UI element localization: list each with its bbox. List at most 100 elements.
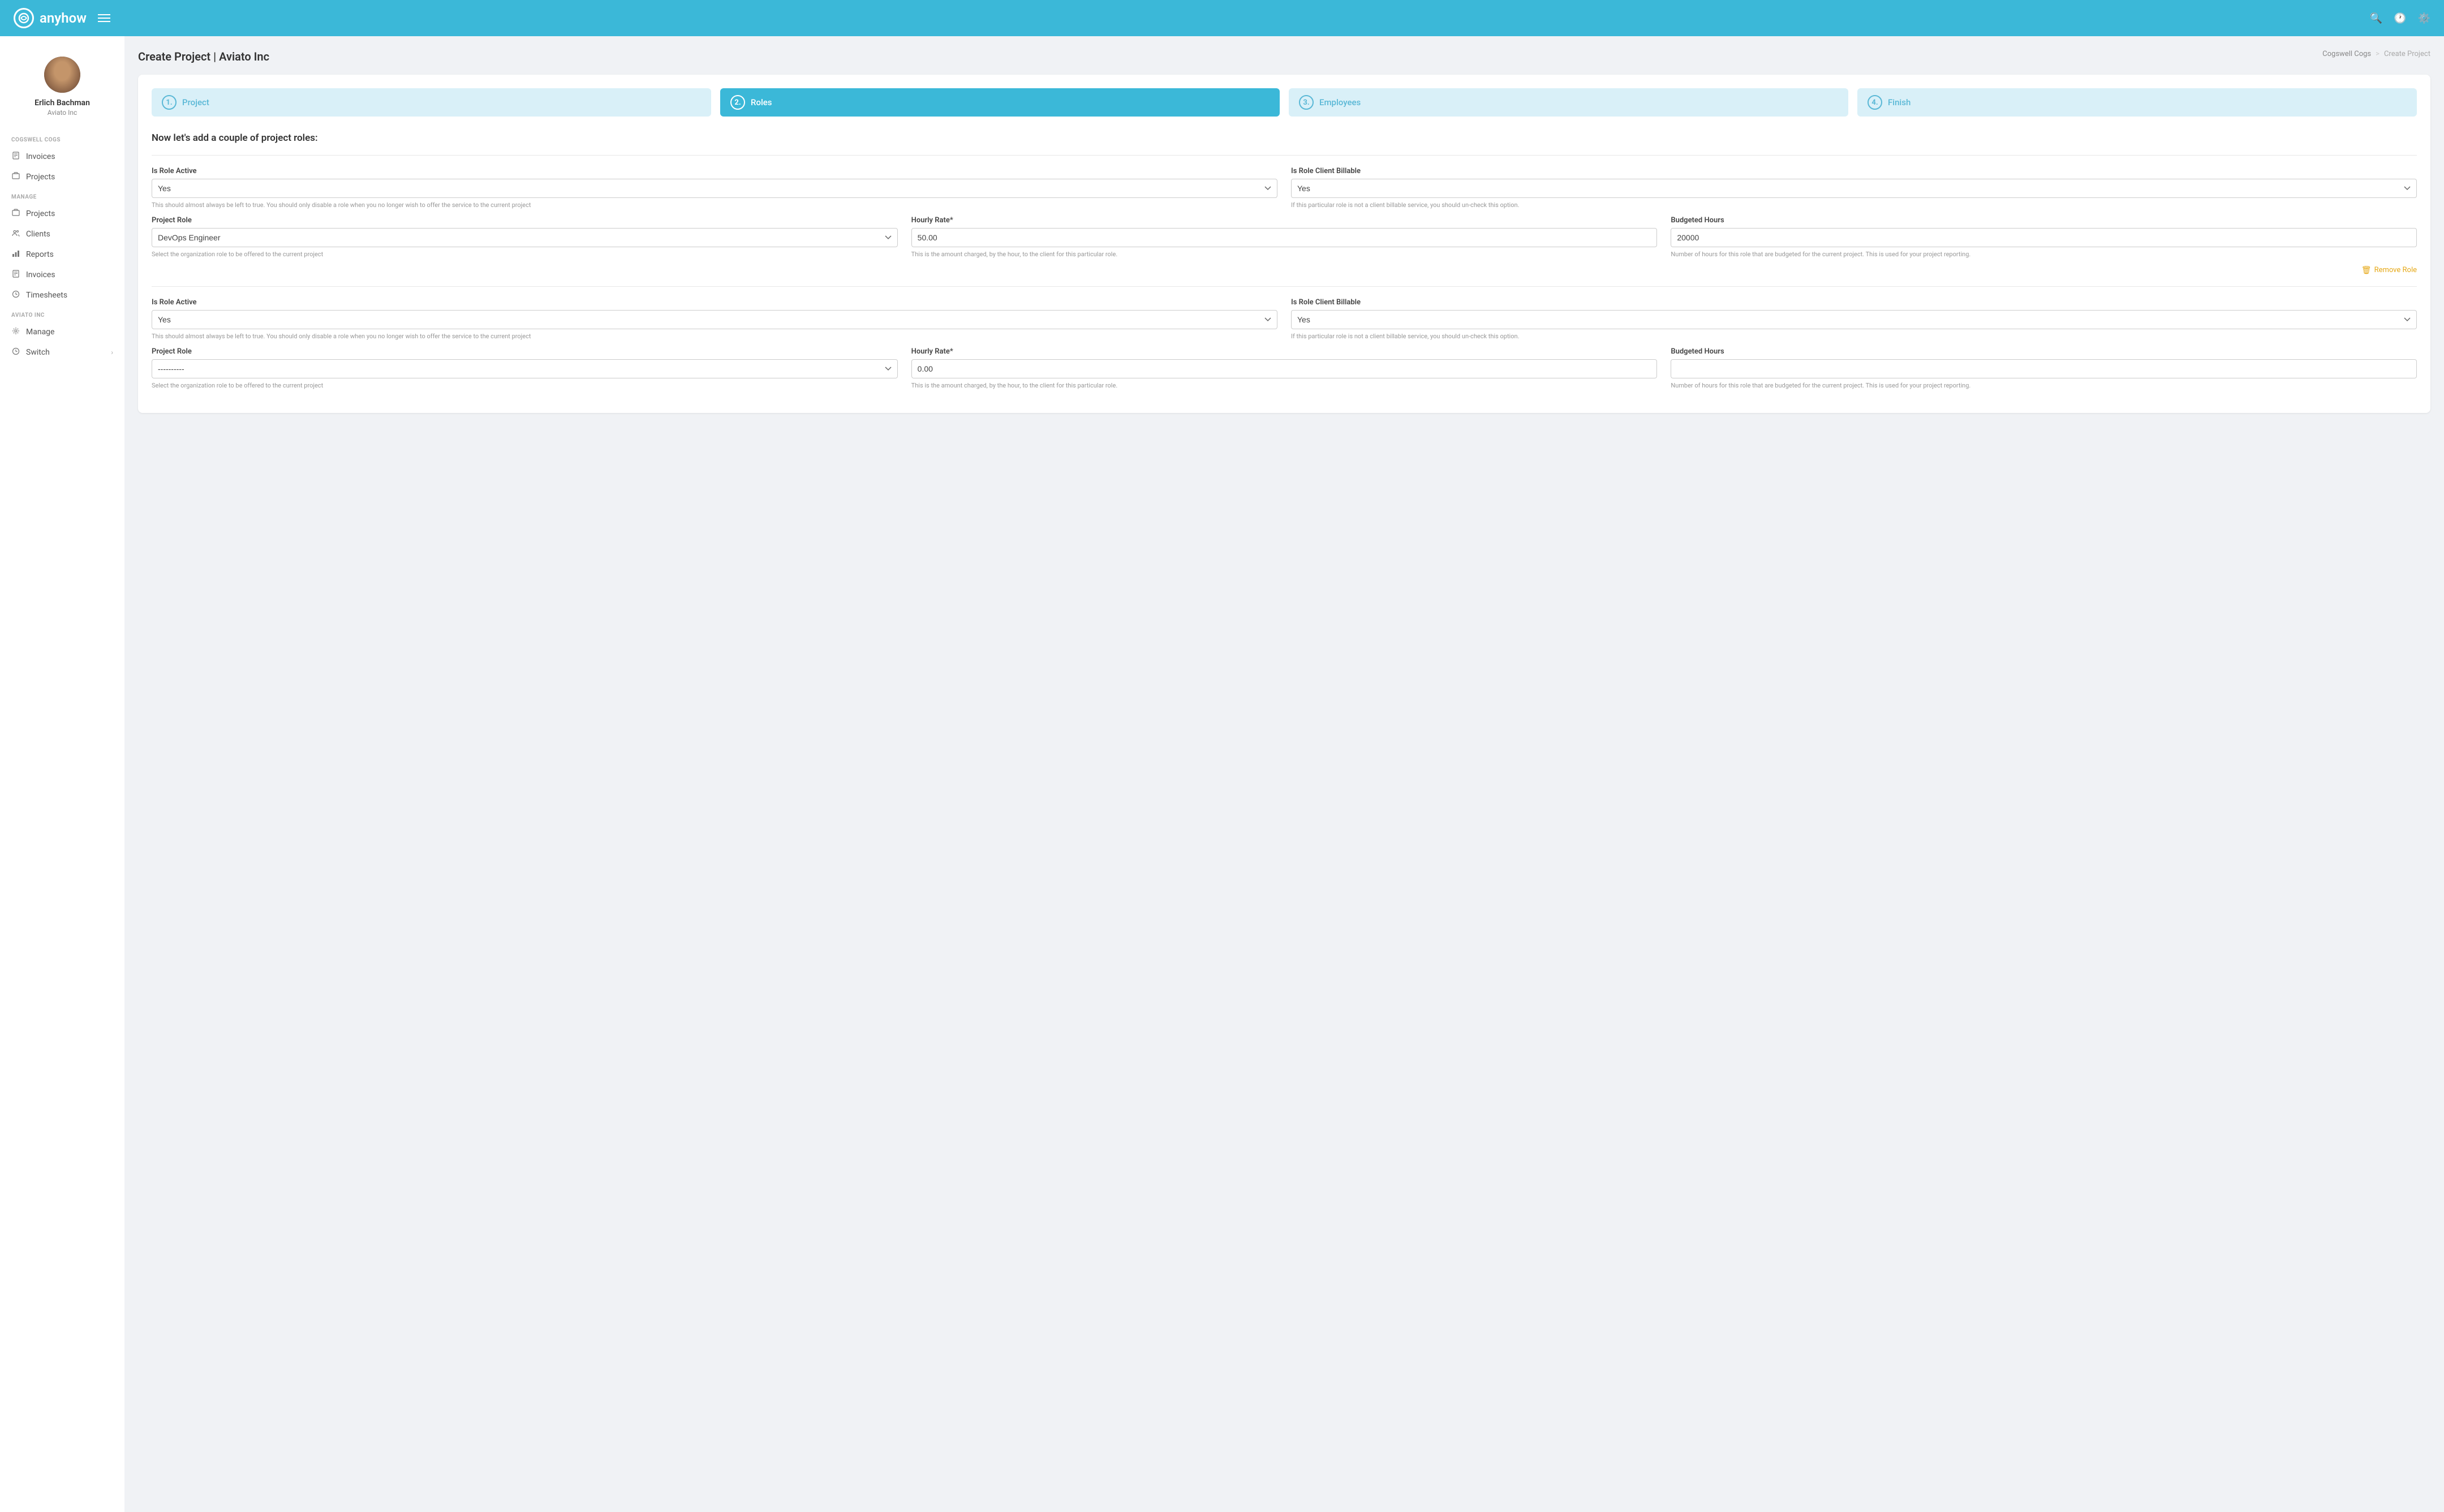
role-2-hourly-rate-hint: This is the amount charged, by the hour,… (911, 381, 1658, 390)
step-1[interactable]: 1. Project (152, 88, 711, 117)
role-1-project-role-hint: Select the organization role to be offer… (152, 250, 898, 259)
sidebar-manage-label: Manage (26, 328, 54, 337)
role-2-hourly-rate-label: Hourly Rate* (911, 347, 1658, 356)
clock-icon[interactable]: 🕐 (2394, 12, 2406, 24)
logo[interactable]: anyhow (14, 8, 87, 28)
role-2-budgeted-hours-label: Budgeted Hours (1671, 347, 2417, 356)
role-2-active-select[interactable]: Yes No (152, 310, 1277, 329)
role-1-project-role-group: Project Role DevOps Engineer Select the … (152, 216, 898, 259)
step-4-number: 4. (1868, 95, 1882, 110)
role-2-details-row: Project Role ---------- Select the organ… (152, 347, 2417, 390)
stepper: 1. Project 2. Roles 3. Employees 4. Fini… (152, 88, 2417, 117)
main-layout: Erlich Bachman Aviato Inc COGSWELL COGS … (0, 36, 2444, 1512)
divider-2 (152, 286, 2417, 287)
role-2-billable-hint: If this particular role is not a client … (1291, 332, 2417, 341)
role-1-active-group: Is Role Active Yes No This should almost… (152, 167, 1277, 209)
role-1-hourly-rate-group: Hourly Rate* This is the amount charged,… (911, 216, 1658, 259)
user-section: Erlich Bachman Aviato Inc (0, 48, 124, 130)
settings-icon[interactable]: ⚙️ (2418, 12, 2430, 24)
step-2-number: 2. (730, 95, 745, 110)
sidebar-item-manage[interactable]: Manage (0, 322, 124, 342)
invoice-icon (11, 152, 20, 162)
role-1-budgeted-hours-input[interactable] (1671, 228, 2417, 247)
role-2-budgeted-hours-group: Budgeted Hours Number of hours for this … (1671, 347, 2417, 390)
sidebar-section-cogswell: COGSWELL COGS (0, 130, 124, 147)
sidebar-manage-projects-label: Projects (26, 209, 55, 218)
step-4-label: Finish (1888, 97, 1911, 107)
remove-role-1-button[interactable]: 🗑 Remove Role (152, 266, 2417, 275)
sidebar-item-switch[interactable]: Switch › (0, 342, 124, 363)
remove-role-1-label: Remove Role (2374, 266, 2417, 274)
hamburger-menu[interactable] (98, 14, 110, 22)
role-2-budgeted-hours-input[interactable] (1671, 359, 2417, 378)
timesheets-icon (11, 290, 20, 300)
role-1-billable-select[interactable]: Yes No (1291, 179, 2417, 198)
user-company: Aviato Inc (48, 109, 78, 117)
role-2-budgeted-hours-hint: Number of hours for this role that are b… (1671, 381, 2417, 390)
sidebar-item-clients[interactable]: Clients (0, 224, 124, 244)
invoices2-icon (11, 270, 20, 280)
clients-icon (11, 229, 20, 239)
breadcrumb: Cogswell Cogs > Create Project (2322, 50, 2430, 58)
role-block-2: Is Role Active Yes No This should almost… (152, 298, 2417, 390)
sidebar-item-cogswell-projects[interactable]: Projects (0, 167, 124, 187)
sidebar-item-manage-projects[interactable]: Projects (0, 204, 124, 224)
sidebar-projects-label: Projects (26, 173, 55, 182)
role-2-hourly-rate-group: Hourly Rate* This is the amount charged,… (911, 347, 1658, 390)
header-left: anyhow (14, 8, 110, 28)
content-card: 1. Project 2. Roles 3. Employees 4. Fini… (138, 75, 2430, 413)
divider-1 (152, 155, 2417, 156)
sidebar-item-reports[interactable]: Reports (0, 244, 124, 265)
page-header: Create Project | Aviato Inc Cogswell Cog… (138, 50, 2430, 63)
role-1-hourly-rate-hint: This is the amount charged, by the hour,… (911, 250, 1658, 259)
role-2-active-row: Is Role Active Yes No This should almost… (152, 298, 2417, 341)
role-1-billable-group: Is Role Client Billable Yes No If this p… (1291, 167, 2417, 209)
sidebar-timesheets-label: Timesheets (26, 291, 67, 300)
role-2-active-group: Is Role Active Yes No This should almost… (152, 298, 1277, 341)
role-block-1: Is Role Active Yes No This should almost… (152, 167, 2417, 275)
role-2-billable-label: Is Role Client Billable (1291, 298, 2417, 307)
role-1-active-hint: This should almost always be left to tru… (152, 201, 1277, 209)
sidebar-item-timesheets[interactable]: Timesheets (0, 285, 124, 305)
step-1-label: Project (182, 97, 209, 107)
step-3[interactable]: 3. Employees (1289, 88, 1848, 117)
sidebar-section-manage: MANAGE (0, 187, 124, 204)
logo-text: anyhow (40, 10, 87, 26)
sidebar-item-cogswell-invoices[interactable]: Invoices (0, 147, 124, 167)
logo-icon (14, 8, 34, 28)
step-2[interactable]: 2. Roles (720, 88, 1280, 117)
role-2-hourly-rate-input[interactable] (911, 359, 1658, 378)
step-1-number: 1. (162, 95, 177, 110)
role-1-hourly-rate-label: Hourly Rate* (911, 216, 1658, 225)
role-2-billable-select[interactable]: Yes No (1291, 310, 2417, 329)
role-1-active-label: Is Role Active (152, 167, 1277, 175)
breadcrumb-parent[interactable]: Cogswell Cogs (2322, 50, 2371, 58)
switch-arrow-icon: › (111, 348, 113, 356)
search-icon[interactable]: 🔍 (2370, 12, 2382, 24)
role-1-budgeted-hours-hint: Number of hours for this role that are b… (1671, 250, 2417, 259)
role-1-project-role-select[interactable]: DevOps Engineer (152, 228, 898, 247)
role-1-hourly-rate-input[interactable] (911, 228, 1658, 247)
role-2-project-role-select[interactable]: ---------- (152, 359, 898, 378)
step-2-label: Roles (751, 97, 772, 107)
breadcrumb-current: Create Project (2384, 50, 2430, 58)
role-2-project-role-hint: Select the organization role to be offer… (152, 381, 898, 390)
role-1-billable-label: Is Role Client Billable (1291, 167, 2417, 175)
role-2-active-label: Is Role Active (152, 298, 1277, 307)
sidebar-section-aviato: AVIATO INC (0, 305, 124, 322)
sidebar-clients-label: Clients (26, 230, 50, 239)
role-1-project-role-label: Project Role (152, 216, 898, 225)
sidebar-switch-label: Switch (26, 348, 50, 357)
page-title: Create Project | Aviato Inc (138, 50, 269, 63)
sidebar-item-invoices[interactable]: Invoices (0, 265, 124, 285)
app-header: anyhow 🔍 🕐 ⚙️ (0, 0, 2444, 36)
role-1-active-select[interactable]: Yes No (152, 179, 1277, 198)
breadcrumb-separator: > (2376, 50, 2380, 58)
sidebar-invoices-label: Invoices (26, 152, 55, 161)
role-1-active-row: Is Role Active Yes No This should almost… (152, 167, 2417, 209)
header-right: 🔍 🕐 ⚙️ (2370, 12, 2430, 24)
role-2-project-role-label: Project Role (152, 347, 898, 356)
step-3-number: 3. (1299, 95, 1314, 110)
step-4[interactable]: 4. Finish (1857, 88, 2417, 117)
main-content: Create Project | Aviato Inc Cogswell Cog… (124, 36, 2444, 1512)
